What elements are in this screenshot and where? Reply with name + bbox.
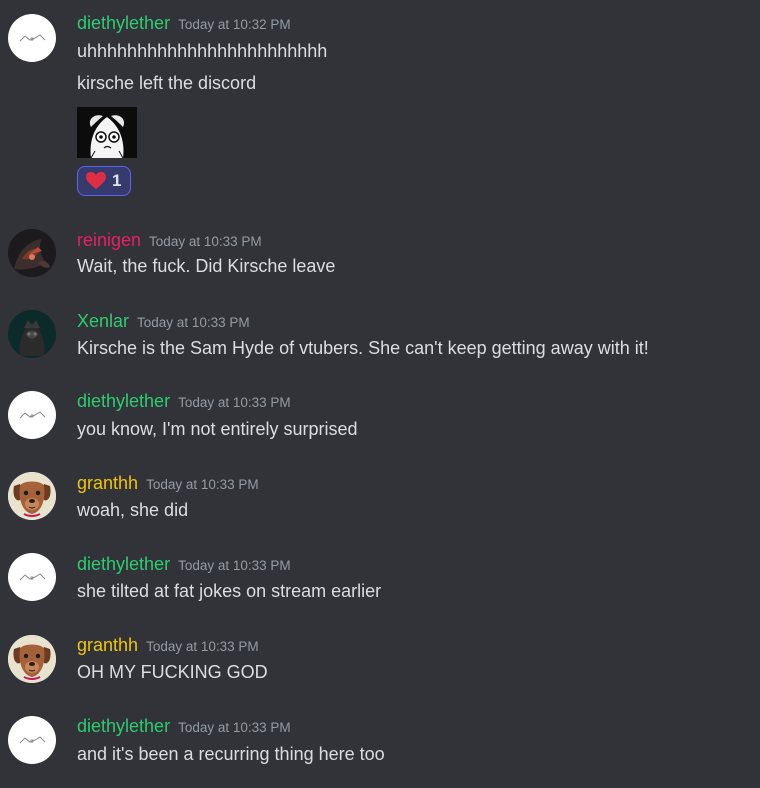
heart-emoji-icon xyxy=(86,172,106,189)
avatar[interactable] xyxy=(8,635,56,683)
dog-icon xyxy=(8,635,56,683)
username[interactable]: diethylether xyxy=(77,391,170,411)
message-text: you know, I'm not entirely surprised xyxy=(77,419,358,439)
timestamp[interactable]: Today at 10:33 PM xyxy=(149,234,262,249)
message-header: diethylether Today at 10:33 PM xyxy=(77,715,291,737)
reaction-count: 1 xyxy=(112,171,122,190)
skeletal-formula-icon xyxy=(19,411,46,419)
avatar[interactable] xyxy=(8,391,56,439)
message-header: granthh Today at 10:33 PM xyxy=(77,472,259,494)
message-text: woah, she did xyxy=(77,500,189,520)
message-header: diethylether Today at 10:33 PM xyxy=(77,553,291,575)
avatar[interactable] xyxy=(8,229,56,277)
anime-girl-sketch-icon xyxy=(77,107,137,158)
message-text: OH MY FUCKING GOD xyxy=(77,662,268,682)
username[interactable]: Xenlar xyxy=(77,311,129,331)
avatar[interactable] xyxy=(8,310,56,358)
username[interactable]: granthh xyxy=(77,473,138,493)
dark-character-icon xyxy=(8,229,56,277)
timestamp[interactable]: Today at 10:33 PM xyxy=(137,315,250,330)
username[interactable]: diethylether xyxy=(77,716,170,736)
reaction-heart[interactable]: 1 xyxy=(77,166,131,196)
dog-icon xyxy=(8,472,56,520)
message-header: diethylether Today at 10:33 PM xyxy=(77,390,291,412)
username[interactable]: diethylether xyxy=(77,13,170,33)
dark-figure-icon xyxy=(8,310,56,358)
avatar[interactable] xyxy=(8,14,56,62)
timestamp[interactable]: Today at 10:32 PM xyxy=(178,17,291,32)
skeletal-formula-icon xyxy=(19,573,46,581)
message-header: Xenlar Today at 10:33 PM xyxy=(77,310,250,332)
timestamp[interactable]: Today at 10:33 PM xyxy=(178,720,291,735)
message-header: reinigen Today at 10:33 PM xyxy=(77,229,262,251)
message-header: diethylether Today at 10:32 PM xyxy=(77,12,291,34)
message-text: she tilted at fat jokes on stream earlie… xyxy=(77,581,382,601)
skeletal-formula-icon xyxy=(19,34,46,42)
message-header: granthh Today at 10:33 PM xyxy=(77,634,259,656)
avatar[interactable] xyxy=(8,716,56,764)
username[interactable]: granthh xyxy=(77,635,138,655)
chat-message-list: diethylether Today at 10:32 PM uhhhhhhhhh… xyxy=(0,0,760,788)
username[interactable]: reinigen xyxy=(77,230,141,250)
skeletal-formula-icon xyxy=(19,736,46,744)
message-text: uhhhhhhhhhhhhhhhhhhhhhhhh xyxy=(77,41,328,61)
avatar[interactable] xyxy=(8,553,56,601)
message-text: and it's been a recurring thing here too xyxy=(77,744,385,764)
timestamp[interactable]: Today at 10:33 PM xyxy=(146,477,259,492)
message-text: Kirsche is the Sam Hyde of vtubers. She … xyxy=(77,338,649,358)
timestamp[interactable]: Today at 10:33 PM xyxy=(146,639,259,654)
timestamp[interactable]: Today at 10:33 PM xyxy=(178,558,291,573)
message-text: kirsche left the discord xyxy=(77,73,257,93)
image-attachment[interactable] xyxy=(77,107,137,158)
message-text: Wait, the fuck. Did Kirsche leave xyxy=(77,256,336,276)
avatar[interactable] xyxy=(8,472,56,520)
username[interactable]: diethylether xyxy=(77,554,170,574)
timestamp[interactable]: Today at 10:33 PM xyxy=(178,395,291,410)
